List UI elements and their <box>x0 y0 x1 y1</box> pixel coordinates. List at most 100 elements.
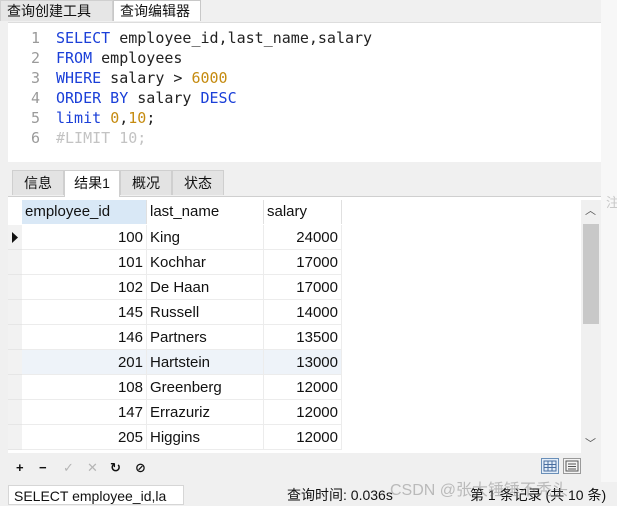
line-number: 2 <box>30 49 40 67</box>
cell-salary[interactable]: 24000 <box>264 225 342 250</box>
code-line[interactable]: 1 SELECT employee_id,last_name,salary <box>8 28 601 48</box>
sql-keyword: ORDER BY <box>56 89 129 107</box>
top-tab-bar: 查询创建工具 查询编辑器 <box>0 0 617 22</box>
table-row[interactable]: 201 Hartstein 13000 <box>8 350 342 375</box>
sql-text: salary <box>128 89 201 107</box>
cell-last-name[interactable]: Higgins <box>147 425 264 450</box>
cell-employee-id[interactable]: 108 <box>22 375 147 400</box>
watermark: CSDN @张大锤锤不秃头 <box>390 482 569 499</box>
sql-keyword: SELECT <box>56 29 111 47</box>
result-grid[interactable]: employee_id last_name salary ︿ ﹀ 100 King… <box>8 197 601 453</box>
status-sql-preview: SELECT employee_id,la <box>8 485 184 505</box>
cell-last-name[interactable]: Greenberg <box>147 375 264 400</box>
row-indicator[interactable] <box>8 300 22 325</box>
cell-employee-id[interactable]: 100 <box>22 225 147 250</box>
code-text: WHERE salary > 6000 <box>56 68 228 88</box>
cell-last-name[interactable]: Errazuriz <box>147 400 264 425</box>
cell-salary[interactable]: 17000 <box>264 250 342 275</box>
cell-employee-id[interactable]: 145 <box>22 300 147 325</box>
cell-salary[interactable]: 12000 <box>264 425 342 450</box>
stop-button[interactable]: ⊘ <box>135 460 146 476</box>
scrollbar-thumb[interactable] <box>583 224 599 324</box>
cell-last-name[interactable]: Partners <box>147 325 264 350</box>
scroll-down-icon[interactable]: ﹀ <box>585 435 596 451</box>
row-indicator[interactable] <box>8 350 22 375</box>
cell-employee-id[interactable]: 205 <box>22 425 147 450</box>
cell-last-name[interactable]: Russell <box>147 300 264 325</box>
line-number: 4 <box>30 89 40 107</box>
tab-query-builder[interactable]: 查询创建工具 <box>0 0 113 21</box>
cell-last-name[interactable]: Hartstein <box>147 350 264 375</box>
code-line[interactable]: 2 FROM employees <box>8 48 601 68</box>
row-indicator[interactable] <box>8 225 22 250</box>
sql-text: salary > <box>101 69 192 87</box>
cell-salary[interactable]: 12000 <box>264 400 342 425</box>
sql-editor[interactable]: 1 SELECT employee_id,last_name,salary 2 FRO… <box>8 22 601 163</box>
row-indicator[interactable] <box>8 325 22 350</box>
row-indicator[interactable] <box>8 400 22 425</box>
table-row[interactable]: 147 Errazuriz 12000 <box>8 400 342 425</box>
apply-changes-button[interactable]: ✓ <box>63 460 74 476</box>
table-row[interactable]: 101 Kochhar 17000 <box>8 250 342 275</box>
cell-last-name[interactable]: Kochhar <box>147 250 264 275</box>
column-header-last-name[interactable]: last_name <box>147 200 264 224</box>
cell-salary[interactable]: 14000 <box>264 300 342 325</box>
tab-info[interactable]: 信息 <box>12 170 64 195</box>
grid-view-icon[interactable] <box>541 458 559 474</box>
table-row[interactable]: 102 De Haan 17000 <box>8 275 342 300</box>
cell-employee-id[interactable]: 201 <box>22 350 147 375</box>
cell-employee-id[interactable]: 147 <box>22 400 147 425</box>
tab-status[interactable]: 状态 <box>172 170 224 195</box>
tab-query-editor[interactable]: 查询编辑器 <box>113 0 201 21</box>
sql-keyword: FROM <box>56 49 93 67</box>
scroll-up-icon[interactable]: ︿ <box>585 202 596 218</box>
code-text: ORDER BY salary DESC <box>56 88 237 108</box>
vertical-scrollbar[interactable]: ︿ ﹀ <box>581 200 601 453</box>
table-row[interactable]: 108 Greenberg 12000 <box>8 375 342 400</box>
cell-employee-id[interactable]: 101 <box>22 250 147 275</box>
cell-salary[interactable]: 17000 <box>264 275 342 300</box>
table-row[interactable]: 100 King 24000 <box>8 225 342 250</box>
cell-last-name[interactable]: De Haan <box>147 275 264 300</box>
add-record-button[interactable]: + <box>16 460 24 475</box>
cell-salary[interactable]: 13500 <box>264 325 342 350</box>
cell-employee-id[interactable]: 146 <box>22 325 147 350</box>
tab-profile[interactable]: 概况 <box>120 170 172 195</box>
row-indicator[interactable] <box>8 250 22 275</box>
row-indicator[interactable] <box>8 275 22 300</box>
cell-employee-id[interactable]: 102 <box>22 275 147 300</box>
refresh-button[interactable]: ↻ <box>110 460 121 476</box>
sql-text: ; <box>146 109 156 127</box>
line-number: 6 <box>30 129 40 147</box>
cell-salary[interactable]: 12000 <box>264 375 342 400</box>
cell-last-name[interactable]: King <box>147 225 264 250</box>
sql-number: 6000 <box>191 69 228 87</box>
column-header-salary[interactable]: salary <box>264 200 342 224</box>
table-row[interactable]: 146 Partners 13500 <box>8 325 342 350</box>
table-row[interactable]: 145 Russell 14000 <box>8 300 342 325</box>
sql-keyword: DESC <box>200 89 237 107</box>
sql-keyword: WHERE <box>56 69 102 87</box>
edge-text: 注 <box>606 195 617 210</box>
sql-keyword: limit <box>56 109 102 127</box>
line-number: 5 <box>30 109 40 127</box>
delete-record-button[interactable]: − <box>39 460 47 475</box>
code-line[interactable]: 6 #LIMIT 10; <box>8 128 601 148</box>
sql-comment: #LIMIT 10; <box>56 129 147 147</box>
table-row[interactable]: 205 Higgins 12000 <box>8 425 342 450</box>
form-view-icon[interactable] <box>563 458 581 474</box>
code-line[interactable]: 4 ORDER BY salary DESC <box>8 88 601 108</box>
code-text: SELECT employee_id,last_name,salary <box>56 28 372 48</box>
code-line[interactable]: 3 WHERE salary > 6000 <box>8 68 601 88</box>
row-indicator[interactable] <box>8 375 22 400</box>
code-text: FROM employees <box>56 48 182 68</box>
cell-salary[interactable]: 13000 <box>264 350 342 375</box>
sql-number: 10 <box>128 109 147 127</box>
discard-changes-button[interactable]: ✕ <box>87 460 98 476</box>
column-header-employee-id[interactable]: employee_id <box>22 200 147 224</box>
row-indicator[interactable] <box>8 425 22 450</box>
tab-result-1[interactable]: 结果1 <box>64 170 120 197</box>
sql-number: 0 <box>110 109 120 127</box>
code-line[interactable]: 5 limit 0,10; <box>8 108 601 128</box>
